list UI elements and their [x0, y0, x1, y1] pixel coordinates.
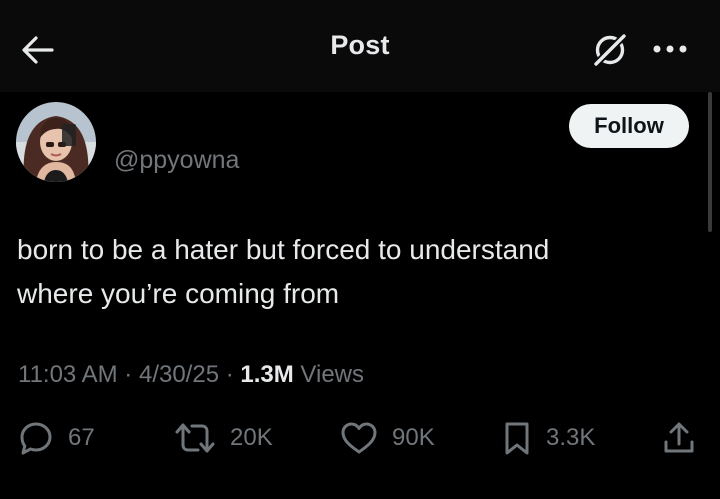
- more-dots-icon: [653, 45, 687, 53]
- heart-icon: [341, 422, 377, 454]
- reply-icon: [20, 422, 52, 455]
- scrollbar[interactable]: [708, 92, 712, 232]
- separator: ·: [124, 361, 133, 388]
- views-label[interactable]: Views: [300, 361, 364, 388]
- author-handle[interactable]: @ppyowna: [114, 146, 239, 175]
- bookmark-count: 3.3K: [546, 424, 596, 451]
- grok-button[interactable]: [589, 30, 631, 70]
- more-button[interactable]: [648, 32, 692, 66]
- tweet-date[interactable]: 4/30/25: [139, 361, 219, 388]
- share-button[interactable]: [662, 416, 696, 460]
- reply-button[interactable]: 67: [18, 416, 95, 460]
- separator: ·: [225, 361, 234, 388]
- tweet-text: born to be a hater but forced to underst…: [17, 228, 697, 316]
- grok-icon: [591, 31, 629, 69]
- tweet-time[interactable]: 11:03 AM: [18, 361, 118, 388]
- back-button[interactable]: [18, 32, 58, 68]
- action-bar: 67 20K 90K 3.3K: [0, 416, 720, 464]
- share-icon: [664, 422, 694, 453]
- avatar[interactable]: [16, 102, 96, 182]
- arrow-left-icon: [22, 36, 54, 64]
- tweet-text-line: born to be a hater but forced to underst…: [17, 234, 550, 265]
- like-button[interactable]: 90K: [340, 416, 435, 460]
- views-count[interactable]: 1.3M: [240, 361, 293, 388]
- like-count: 90K: [392, 424, 435, 451]
- tweet-meta: 11:03 AM · 4/30/25 · 1.3M Views: [18, 361, 364, 389]
- repost-button[interactable]: 20K: [174, 416, 273, 460]
- bookmark-icon: [505, 422, 529, 455]
- repost-icon: [175, 423, 215, 453]
- bookmark-button[interactable]: 3.3K: [502, 416, 595, 460]
- repost-count: 20K: [230, 424, 273, 451]
- tweet-text-line: where you’re coming from: [17, 278, 340, 309]
- follow-button[interactable]: Follow: [569, 104, 689, 148]
- reply-count: 67: [68, 424, 95, 451]
- top-bar: Post: [0, 0, 720, 92]
